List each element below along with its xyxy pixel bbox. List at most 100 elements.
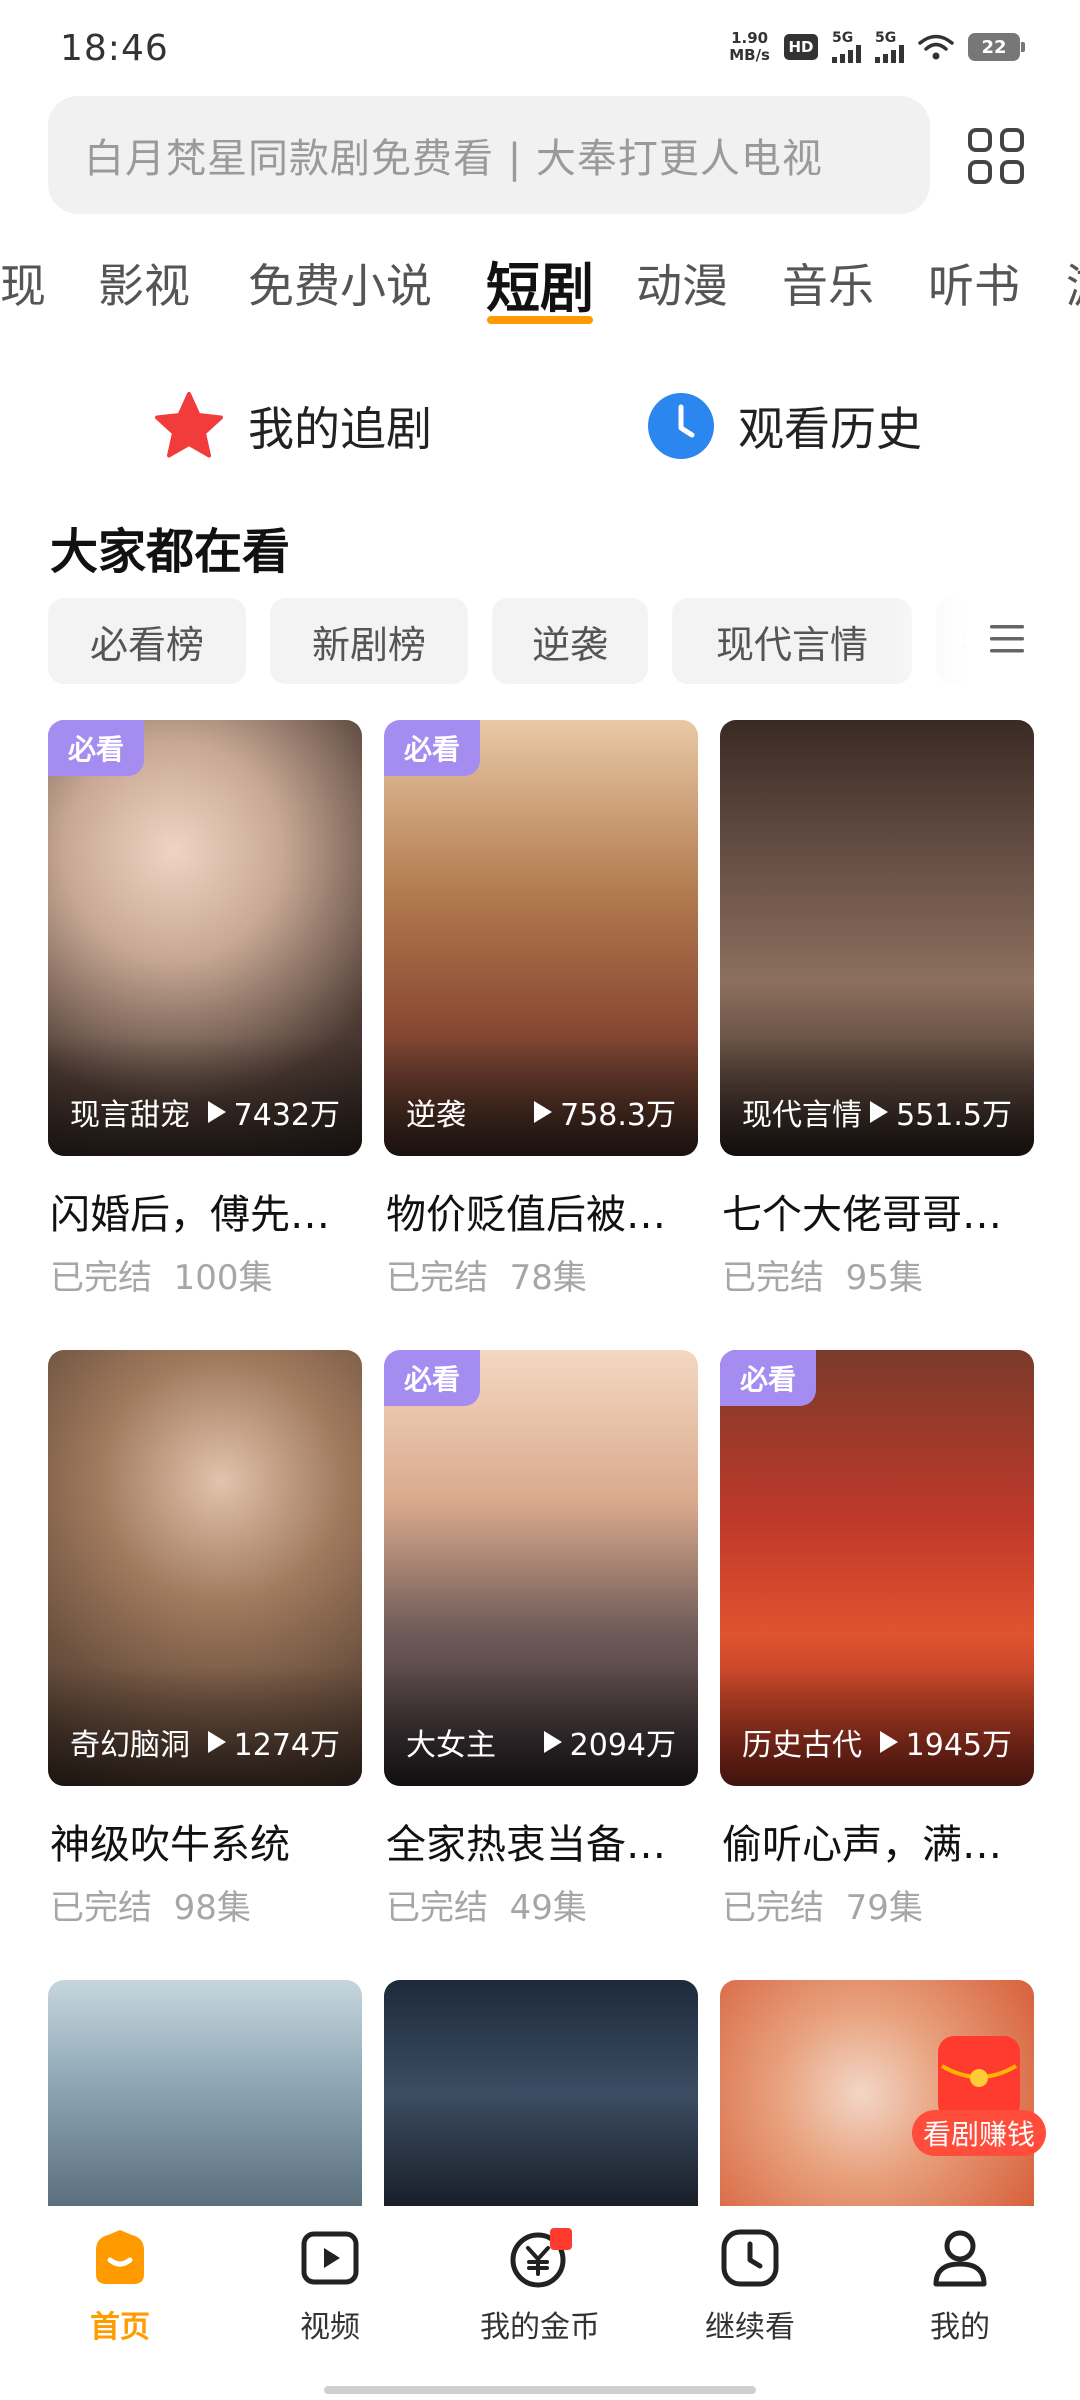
home-icon — [96, 2230, 144, 2284]
network-speed: 1.90 MB/s — [729, 30, 770, 64]
drama-episodes: 95集 — [845, 1258, 923, 1298]
battery-icon: 22 — [968, 33, 1025, 61]
gesture-home-bar[interactable] — [324, 2386, 756, 2394]
tab-film-tv[interactable]: 影视 — [98, 250, 190, 316]
play-icon — [207, 1101, 226, 1123]
drama-poster: 必看 现言甜宠 7432万 — [48, 720, 362, 1156]
watch-history-button[interactable]: 观看历史 — [646, 384, 922, 468]
search-placeholder: 白月梵星同款剧免费看 | 大奉打更人电视 — [84, 136, 823, 182]
continue-clock-icon — [721, 2229, 779, 2287]
drama-genre: 逆袭 — [406, 1098, 466, 1133]
drama-poster: 必看 历史古代 1945万 — [720, 1350, 1034, 1786]
play-count: 2094万 — [543, 1720, 676, 1764]
nav-continue-watching-label: 继续看 — [705, 2310, 795, 2345]
drama-genre: 历史古代 — [742, 1728, 862, 1763]
nav-profile[interactable]: 我的 — [870, 2226, 1050, 2346]
drama-status: 已完结 — [722, 1888, 824, 1928]
drama-episodes: 49集 — [509, 1888, 587, 1928]
tab-short-drama[interactable]: 短剧 — [486, 244, 594, 323]
network-speed-value: 1.90 — [731, 29, 769, 47]
must-watch-badge: 必看 — [720, 1350, 816, 1406]
play-count-value: 551.5万 — [896, 1098, 1012, 1133]
drama-episodes: 98集 — [173, 1888, 251, 1928]
play-count-value: 7432万 — [233, 1098, 340, 1133]
play-icon — [879, 1731, 898, 1753]
drama-episodes: 79集 — [845, 1888, 923, 1928]
nav-my-coins[interactable]: 我的金币 — [450, 2226, 630, 2346]
drama-title: 偷听心声，满… — [722, 1822, 1002, 1868]
play-icon — [543, 1731, 562, 1753]
drama-meta: 已完结 100集 — [50, 1250, 273, 1299]
wifi-icon — [918, 34, 954, 60]
my-follow-button[interactable]: 我的追剧 — [152, 384, 432, 468]
drama-genre: 大女主 — [406, 1728, 496, 1763]
drama-status: 已完结 — [386, 1258, 488, 1298]
tab-free-novels[interactable]: 免费小说 — [248, 250, 432, 316]
chip-comeback[interactable]: 逆袭 — [492, 598, 648, 684]
drama-meta: 已完结 95集 — [722, 1250, 923, 1299]
coin-icon — [510, 2228, 572, 2288]
signal-1-icon: 5G — [832, 31, 861, 63]
nav-my-coins-label: 我的金币 — [480, 2310, 600, 2345]
status-time: 18:46 — [60, 28, 169, 69]
play-count: 7432万 — [207, 1090, 340, 1134]
drama-genre: 现代言情 — [742, 1098, 862, 1133]
drama-meta: 已完结 49集 — [386, 1880, 587, 1929]
nav-continue-watching[interactable]: 继续看 — [660, 2226, 840, 2346]
tab-games[interactable]: 游 — [1066, 250, 1080, 316]
hd-voice-icon: HD — [784, 34, 818, 60]
search-input[interactable]: 白月梵星同款剧免费看 | 大奉打更人电视 — [48, 96, 930, 214]
red-envelope-icon[interactable] — [938, 2036, 1020, 2120]
section-title: 大家都在看 — [50, 524, 291, 580]
must-watch-badge: 必看 — [384, 1350, 480, 1406]
tab-audiobooks[interactable]: 听书 — [928, 250, 1020, 316]
drama-poster: 现代言情 551.5万 — [720, 720, 1034, 1156]
sim2-network-label: 5G — [875, 30, 897, 46]
drama-status: 已完结 — [50, 1888, 152, 1928]
play-count: 1274万 — [207, 1720, 340, 1764]
chip-modern-romance[interactable]: 现代言情 — [672, 598, 912, 684]
play-count-value: 1945万 — [905, 1728, 1012, 1763]
drama-title: 闪婚后，傅先… — [50, 1192, 330, 1238]
menu-icon[interactable] — [986, 618, 1028, 660]
nav-video[interactable]: 视频 — [240, 2226, 420, 2346]
grid-icon[interactable] — [966, 126, 1026, 186]
profile-icon — [933, 2230, 987, 2287]
tab-discover[interactable]: 现 — [0, 250, 46, 316]
video-play-icon — [301, 2231, 359, 2285]
drama-title: 物价贬值后被… — [386, 1192, 666, 1238]
play-count-value: 2094万 — [569, 1728, 676, 1763]
drama-poster: 必看 大女主 2094万 — [384, 1350, 698, 1786]
drama-poster — [384, 1980, 698, 2206]
play-icon — [534, 1101, 553, 1123]
battery-level: 22 — [981, 36, 1007, 58]
nav-home[interactable]: 首页 — [30, 2226, 210, 2346]
drama-episodes: 78集 — [509, 1258, 587, 1298]
play-count: 551.5万 — [870, 1090, 1012, 1134]
drama-status: 已完结 — [722, 1258, 824, 1298]
sim1-network-label: 5G — [832, 30, 854, 46]
play-count-value: 758.3万 — [560, 1098, 676, 1133]
active-tab-indicator — [487, 316, 593, 324]
earn-by-watching-button[interactable]: 看剧赚钱 — [912, 2110, 1046, 2156]
status-bar: 18:46 1.90 MB/s HD 5G 5G 22 — [0, 0, 1080, 90]
nav-profile-label: 我的 — [930, 2310, 990, 2345]
chip-new-dramas[interactable]: 新剧榜 — [270, 598, 468, 684]
tab-anime[interactable]: 动漫 — [636, 250, 728, 316]
nav-home-label: 首页 — [90, 2310, 150, 2345]
drama-poster: 奇幻脑洞 1274万 — [48, 1350, 362, 1786]
drama-meta: 已完结 78集 — [386, 1250, 587, 1299]
play-count: 1945万 — [879, 1720, 1012, 1764]
chip-must-watch[interactable]: 必看榜 — [48, 598, 246, 684]
drama-title: 全家热衷当备… — [386, 1822, 666, 1868]
my-follow-label: 我的追剧 — [248, 402, 432, 456]
drama-genre: 现言甜宠 — [70, 1098, 190, 1133]
tab-music[interactable]: 音乐 — [782, 250, 874, 316]
star-icon — [155, 392, 223, 458]
must-watch-badge: 必看 — [48, 720, 144, 776]
must-watch-badge: 必看 — [384, 720, 480, 776]
play-count: 758.3万 — [534, 1090, 676, 1134]
signal-2-icon: 5G — [875, 31, 904, 63]
chips-fade-overlay — [886, 598, 1066, 684]
drama-meta: 已完结 98集 — [50, 1880, 251, 1929]
